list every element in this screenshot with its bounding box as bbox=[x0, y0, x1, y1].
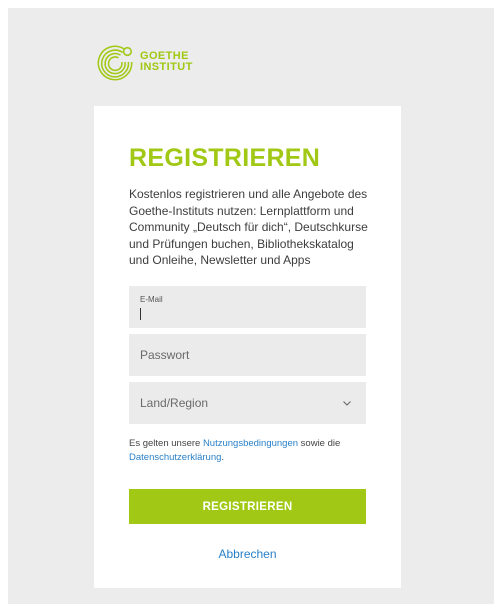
password-placeholder: Passwort bbox=[140, 348, 190, 362]
terms-middle: sowie die bbox=[298, 438, 341, 449]
logo-line-2: INSTITUT bbox=[140, 61, 193, 73]
cancel-link[interactable]: Abbrechen bbox=[129, 547, 366, 561]
privacy-policy-link[interactable]: Datenschutzerklärung bbox=[129, 452, 221, 463]
page-title: REGISTRIEREN bbox=[129, 144, 321, 172]
goethe-logo-icon bbox=[97, 45, 133, 81]
register-button[interactable]: REGISTRIEREN bbox=[129, 489, 366, 524]
email-field[interactable]: E-Mail bbox=[129, 286, 366, 328]
terms-notice: Es gelten unsere Nutzungsbedingungen sow… bbox=[129, 437, 374, 465]
email-input[interactable] bbox=[139, 305, 349, 323]
logo-wordmark: GOETHE INSTITUT bbox=[140, 51, 193, 73]
goethe-institut-logo[interactable]: GOETHE INSTITUT bbox=[94, 40, 214, 84]
terms-prefix: Es gelten unsere bbox=[129, 438, 203, 449]
country-placeholder: Land/Region bbox=[140, 396, 209, 410]
terms-suffix: . bbox=[221, 452, 225, 463]
email-label: E-Mail bbox=[140, 295, 163, 304]
registration-description: Kostenlos registrieren und alle Angebote… bbox=[129, 187, 368, 267]
password-field[interactable]: Passwort bbox=[129, 334, 366, 376]
registration-card: REGISTRIEREN Kostenlos registrieren und … bbox=[94, 106, 401, 588]
terms-of-use-link[interactable]: Nutzungsbedingungen bbox=[203, 438, 298, 449]
country-select[interactable]: Land/Region bbox=[129, 382, 366, 424]
chevron-down-icon bbox=[343, 401, 351, 406]
page-background: GOETHE INSTITUT REGISTRIEREN Kostenlos r… bbox=[8, 8, 494, 604]
